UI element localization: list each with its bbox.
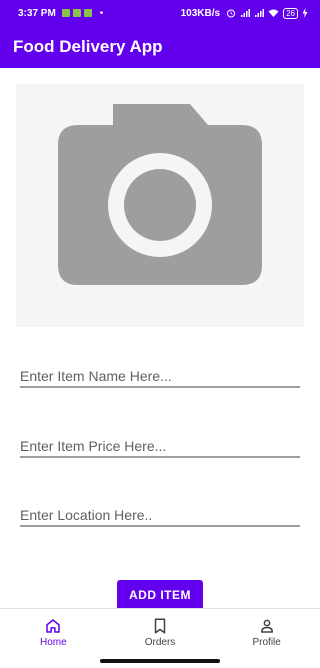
nav-item-home[interactable]: Home: [0, 609, 107, 655]
item-name-field[interactable]: [20, 368, 300, 388]
add-item-button[interactable]: ADD ITEM: [117, 580, 203, 610]
notification-icon: [72, 9, 81, 17]
nav-label-home: Home: [39, 636, 67, 648]
app-bar: Food Delivery App: [0, 26, 320, 68]
notification-icon: [83, 9, 92, 17]
item-image-picker[interactable]: [16, 84, 304, 327]
item-price-field[interactable]: [20, 438, 300, 458]
nav-label-profile: Profile: [252, 636, 281, 648]
person-icon: [260, 619, 273, 633]
nav-label-orders: Orders: [144, 636, 176, 648]
status-time: 3:37 PM: [18, 7, 56, 19]
alarm-icon: [227, 9, 236, 18]
battery-icon: 26: [283, 7, 298, 19]
location-input[interactable]: [20, 507, 300, 525]
item-name-input[interactable]: [20, 368, 300, 386]
network-speed: 103KB/s: [180, 7, 221, 19]
wifi-icon: [268, 9, 279, 17]
notification-icon: [61, 9, 70, 17]
item-price-input[interactable]: [20, 438, 300, 456]
charging-icon: [302, 8, 308, 18]
nav-item-orders[interactable]: Orders: [107, 609, 214, 655]
bookmark-icon: [154, 618, 166, 633]
home-icon: [46, 618, 61, 633]
system-icons: 26: [226, 7, 308, 19]
gesture-bar: [100, 659, 220, 663]
status-dot: •: [99, 7, 104, 19]
notification-icons: [61, 9, 92, 17]
location-field[interactable]: [20, 507, 300, 527]
bottom-navigation: Home Orders Profile: [0, 608, 320, 655]
page-title: Food Delivery App: [13, 37, 163, 56]
camera-icon: [58, 104, 262, 285]
signal-icon: [241, 9, 251, 17]
status-bar: 3:37 PM • 103KB/s 26: [0, 0, 320, 26]
nav-item-profile[interactable]: Profile: [213, 609, 320, 655]
signal-icon: [255, 9, 265, 17]
